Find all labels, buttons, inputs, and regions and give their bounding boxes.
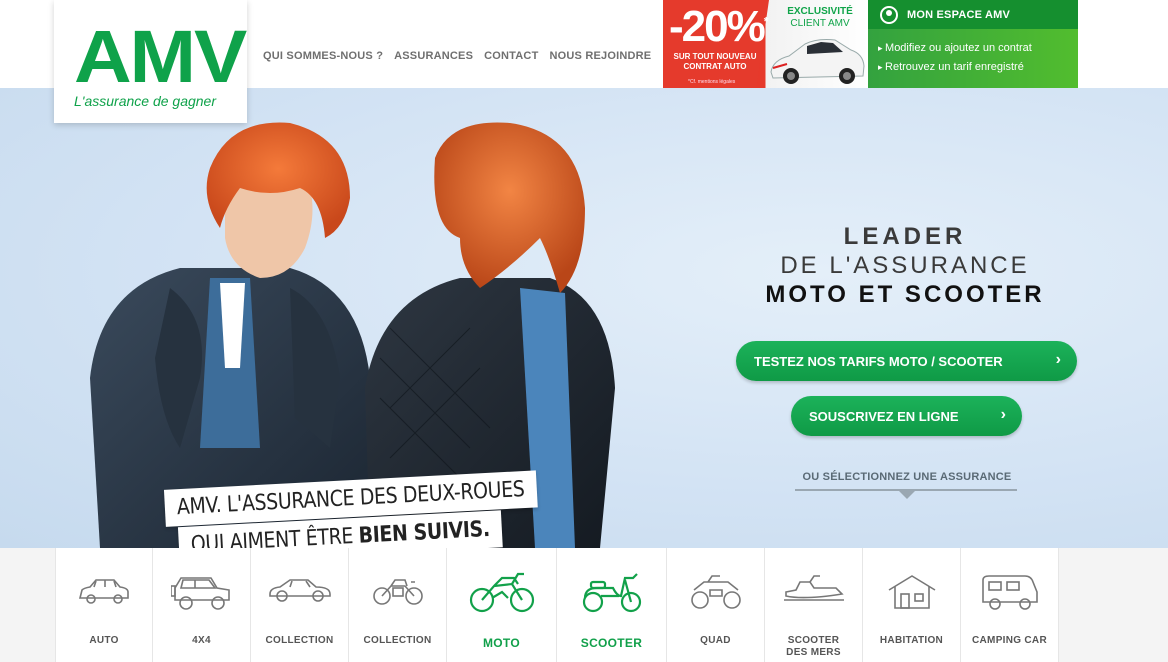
scooter-icon xyxy=(557,570,666,613)
promo-legal-mention: *Cf. mentions légales xyxy=(688,79,736,85)
insurance-label: CAMPING CAR xyxy=(972,635,1047,646)
headline-line-3: MOTO ET SCOOTER xyxy=(765,281,1045,308)
insurance-label-line-1: SCOOTER xyxy=(787,635,840,646)
promo-line-2: CONTRAT AUTO xyxy=(683,62,747,71)
logo-tagline: L'assurance de gagner xyxy=(74,93,216,109)
souscrire-label: SOUSCRIVEZ EN LIGNE xyxy=(809,408,959,424)
amv-logo[interactable]: AMV L'assurance de gagner xyxy=(54,0,247,123)
jetski-icon xyxy=(765,574,862,614)
insurance-label: SCOOTER DES MERS xyxy=(765,635,862,659)
headline-line-2: DE L'ASSURANCE xyxy=(780,252,1030,279)
logo-wordmark: AMV xyxy=(74,15,247,98)
espace-amv-header[interactable]: MON ESPACE AMV xyxy=(868,0,1078,29)
insurance-label: QUAD xyxy=(700,635,731,646)
nav-nous-rejoindre[interactable]: NOUS REJOINDRE xyxy=(550,50,652,62)
house-icon xyxy=(863,574,960,614)
camper-icon xyxy=(961,574,1058,614)
car-image xyxy=(770,39,865,84)
promo-client: CLIENT AMV xyxy=(790,18,850,29)
insurance-tile-collection-auto[interactable]: COLLECTION xyxy=(251,548,349,662)
classic-car-icon xyxy=(251,574,348,614)
insurance-label-line-2: DES MERS xyxy=(786,647,841,658)
insurance-label: AUTO xyxy=(89,635,119,646)
chevron-right-icon: › xyxy=(1055,351,1061,368)
chevron-right-icon: › xyxy=(1000,406,1006,423)
insurance-label: HABITATION xyxy=(879,635,944,646)
quad-icon xyxy=(667,574,764,614)
hero-headline: LEADER DE L'ASSURANCE MOTO ET SCOOTER xyxy=(700,222,1110,309)
nav-contact[interactable]: CONTACT xyxy=(484,50,538,62)
espace-amv-panel: MON ESPACE AMV Modifiez ou ajoutez un co… xyxy=(868,0,1078,88)
user-icon xyxy=(880,5,898,24)
headline-line-1: LEADER xyxy=(843,223,967,250)
select-insurance-label: OU SÉLECTIONNEZ UNE ASSURANCE xyxy=(802,471,1012,483)
down-arrow-icon xyxy=(899,491,915,499)
4x4-icon xyxy=(153,574,250,614)
promo-asterisk: * xyxy=(763,14,768,29)
insurance-tile-auto[interactable]: AUTO xyxy=(55,548,153,662)
insurance-tile-scooter-des-mers[interactable]: SCOOTER DES MERS xyxy=(765,548,863,662)
insurance-tile-collection-moto[interactable]: COLLECTION xyxy=(349,548,447,662)
motorbike-icon xyxy=(447,570,556,613)
espace-amv-links: Modifiez ou ajoutez un contrat Retrouvez… xyxy=(868,29,1078,88)
promo-discount: -20%* xyxy=(669,2,768,52)
promo-conditions: SUR TOUT NOUVEAU CONTRAT AUTO xyxy=(670,52,760,72)
insurance-label: 4X4 xyxy=(192,635,211,646)
insurance-selector: AUTO 4X4 COLLECTION COLLECTION MOTO SCOO… xyxy=(0,548,1168,662)
nav-qui-sommes-nous[interactable]: QUI SOMMES-NOUS ? xyxy=(263,50,383,62)
promo-exclusivite: EXCLUSIVITÉ xyxy=(787,6,853,17)
hero-section: AMV. L'ASSURANCE DES DEUX-ROUES QUI AIME… xyxy=(0,88,1168,548)
insurance-tile-4x4[interactable]: 4X4 xyxy=(153,548,251,662)
promo-banner[interactable]: -20%* SUR TOUT NOUVEAU CONTRAT AUTO *Cf.… xyxy=(663,0,868,88)
slogan-line-2-bold: BIEN SUIVIS. xyxy=(358,516,491,548)
insurance-label: COLLECTION xyxy=(363,635,432,646)
souscrire-button[interactable]: SOUSCRIVEZ EN LIGNE › xyxy=(791,396,1022,436)
saved-quote-link[interactable]: Retrouvez un tarif enregistré xyxy=(868,58,1078,77)
insurance-tile-camping-car[interactable]: CAMPING CAR xyxy=(961,548,1059,662)
promo-discount-value: -20% xyxy=(669,2,766,51)
slogan-line-2-text: QUI AIMENT ÊTRE xyxy=(190,523,360,548)
amv-homepage: AMV. L'ASSURANCE DES DEUX-ROUES QUI AIME… xyxy=(0,0,1168,662)
test-tarifs-button[interactable]: TESTEZ NOS TARIFS MOTO / SCOOTER › xyxy=(736,341,1077,381)
classic-motorbike-icon xyxy=(349,574,446,614)
insurance-tile-scooter[interactable]: SCOOTER xyxy=(557,548,667,662)
insurance-tile-habitation[interactable]: HABITATION xyxy=(863,548,961,662)
modify-contract-link[interactable]: Modifiez ou ajoutez un contrat xyxy=(868,39,1078,58)
nav-assurances[interactable]: ASSURANCES xyxy=(394,50,473,62)
test-tarifs-label: TESTEZ NOS TARIFS MOTO / SCOOTER xyxy=(754,353,1003,369)
insurance-label: COLLECTION xyxy=(265,635,334,646)
insurance-tiles: AUTO 4X4 COLLECTION COLLECTION MOTO SCOO… xyxy=(55,548,1059,662)
insurance-label: MOTO xyxy=(483,636,520,650)
main-nav: QUI SOMMES-NOUS ? ASSURANCES CONTACT NOU… xyxy=(263,50,651,62)
espace-amv-title: MON ESPACE AMV xyxy=(907,8,1011,21)
insurance-tile-moto[interactable]: MOTO xyxy=(447,548,557,662)
insurance-tile-quad[interactable]: QUAD xyxy=(667,548,765,662)
car-icon xyxy=(56,574,152,614)
promo-line-1: SUR TOUT NOUVEAU xyxy=(673,52,757,61)
insurance-label: SCOOTER xyxy=(580,636,643,650)
